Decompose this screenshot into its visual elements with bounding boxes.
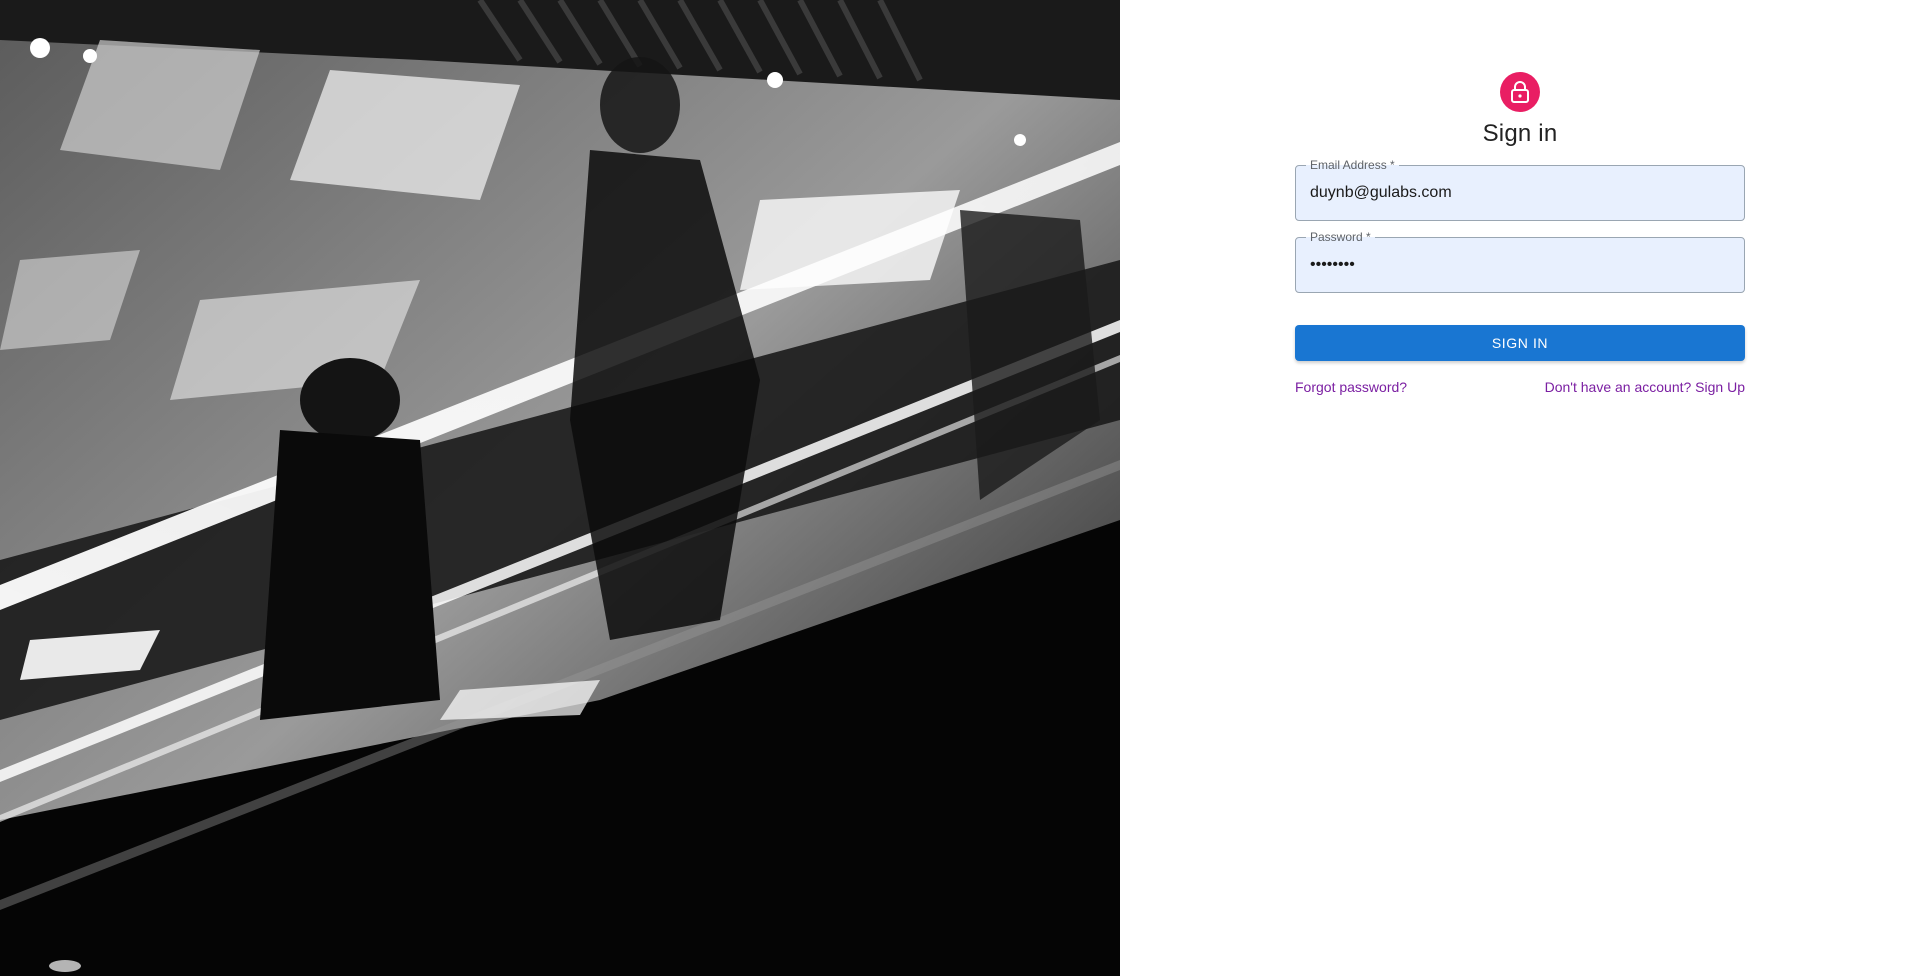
password-input[interactable] bbox=[1296, 238, 1744, 292]
lock-icon bbox=[1511, 81, 1529, 103]
email-input[interactable] bbox=[1296, 166, 1744, 220]
escalator-photo bbox=[0, 0, 1120, 976]
lock-avatar bbox=[1500, 72, 1540, 112]
sign-in-panel: Sign in Email Address * Password * SIGN … bbox=[1120, 0, 1920, 976]
sign-in-form: Sign in Email Address * Password * SIGN … bbox=[1295, 72, 1745, 395]
sign-up-link[interactable]: Don't have an account? Sign Up bbox=[1545, 379, 1745, 395]
forgot-password-link[interactable]: Forgot password? bbox=[1295, 379, 1407, 395]
hero-image bbox=[0, 0, 1120, 976]
password-field[interactable]: Password * bbox=[1295, 230, 1745, 293]
auth-links: Forgot password? Don't have an account? … bbox=[1295, 379, 1745, 395]
page-title: Sign in bbox=[1482, 120, 1558, 147]
sign-in-button[interactable]: SIGN IN bbox=[1295, 325, 1745, 361]
email-field[interactable]: Email Address * bbox=[1295, 158, 1745, 221]
sign-in-page: Sign in Email Address * Password * SIGN … bbox=[0, 0, 1920, 976]
